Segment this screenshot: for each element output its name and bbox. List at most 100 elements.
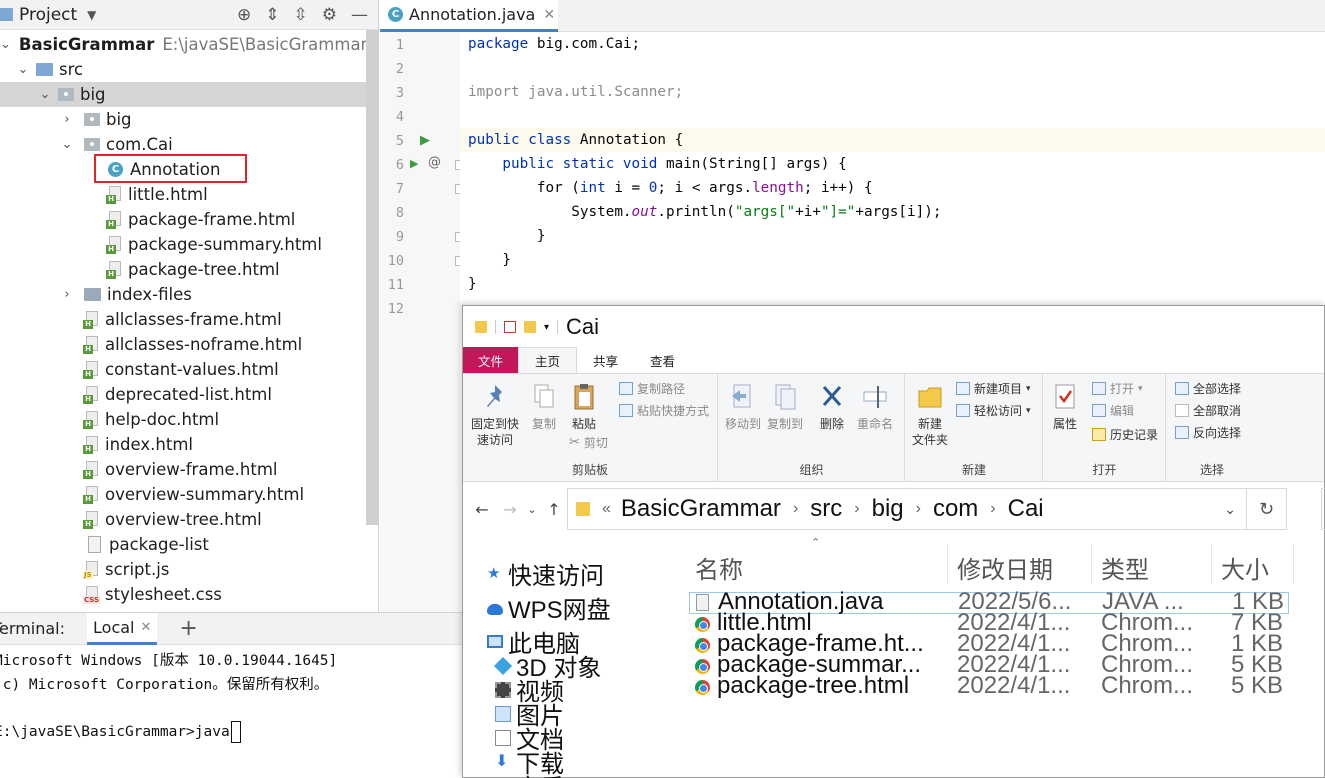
delete-button[interactable]: 删除 xyxy=(815,382,849,432)
chevron-down-icon[interactable]: ⌄ xyxy=(58,137,76,152)
tree-item-overview-frame[interactable]: H overview-frame.html xyxy=(0,457,366,482)
breadcrumb-item[interactable]: com xyxy=(933,495,978,523)
column-header-size[interactable]: 大小 xyxy=(1221,550,1269,585)
chevron-down-icon[interactable]: ⌄ xyxy=(1224,501,1236,518)
breadcrumb-separator-icon[interactable]: › xyxy=(916,500,921,518)
column-header-date[interactable]: 修改日期 xyxy=(957,550,1053,585)
minimize-icon[interactable]: — xyxy=(351,5,368,25)
breadcrumb-separator-icon[interactable]: › xyxy=(854,500,859,518)
run-main-icon[interactable]: ▶ xyxy=(410,157,418,170)
breadcrumb-item[interactable]: src xyxy=(810,495,842,523)
tree-item-deprecated-list[interactable]: H deprecated-list.html xyxy=(0,382,366,407)
tree-root[interactable]: ⌄ BasicGrammar E:\javaSE\BasicGrammar xyxy=(0,32,367,57)
select-none-button[interactable]: 全部取消 xyxy=(1175,402,1241,419)
tree-item-stylesheet-css[interactable]: CSS stylesheet.css xyxy=(0,582,366,607)
tab-local[interactable]: Local ✕ xyxy=(87,612,158,645)
chevron-down-icon[interactable]: ⌄ xyxy=(14,62,32,77)
copy-path-button[interactable]: 复制路径 xyxy=(619,380,685,397)
project-view-selector[interactable]: Project ▼ xyxy=(0,5,96,25)
move-to-button[interactable]: 移动到 xyxy=(723,382,763,432)
easy-access-button[interactable]: 轻松访问 ▾ xyxy=(956,402,1031,419)
tab-file[interactable]: 文件 xyxy=(463,347,519,373)
tree-item-package-list[interactable]: package-list xyxy=(0,532,366,557)
search-box[interactable] xyxy=(1321,488,1325,530)
tree-item-package-tree[interactable]: H package-tree.html xyxy=(0,257,366,282)
expand-all-icon[interactable]: ⇕ xyxy=(265,5,279,25)
paste-button[interactable]: 粘贴 xyxy=(565,382,603,432)
column-divider[interactable] xyxy=(947,544,948,584)
tree-item-allclasses-frame[interactable]: H allclasses-frame.html xyxy=(0,307,366,332)
breadcrumb-item[interactable]: Cai xyxy=(1008,495,1044,523)
invert-selection-button[interactable]: 反向选择 xyxy=(1175,424,1241,441)
properties-button[interactable]: 属性 xyxy=(1048,382,1082,432)
tree-item-help-doc[interactable]: H help-doc.html xyxy=(0,407,366,432)
tree-item-allclasses-noframe[interactable]: H allclasses-noframe.html xyxy=(0,332,366,357)
tree-item-index-files[interactable]: › index-files xyxy=(0,282,366,307)
annotation-marker-icon: @ xyxy=(428,155,441,170)
tree-item-overview-tree[interactable]: H overview-tree.html xyxy=(0,507,366,532)
forward-button[interactable]: → xyxy=(499,500,521,519)
column-divider[interactable] xyxy=(1293,544,1294,584)
copy-to-button[interactable]: 复制到 xyxy=(765,382,805,432)
chevron-right-icon[interactable]: › xyxy=(58,287,76,302)
tab-annotation-java[interactable]: C Annotation.java ✕ xyxy=(380,0,558,32)
tree-item-index-html[interactable]: H index.html xyxy=(0,432,366,457)
collapse-all-icon[interactable]: ⇳ xyxy=(294,5,308,25)
tree-item-script-js[interactable]: JS script.js xyxy=(0,557,366,582)
recent-locations-button[interactable]: ⌄ xyxy=(521,503,543,516)
tree-item-package-summary[interactable]: H package-summary.html xyxy=(0,232,366,257)
tree-item-src[interactable]: ⌄ src xyxy=(0,57,366,82)
tab-view[interactable]: 查看 xyxy=(634,347,691,373)
chevron-down-icon[interactable]: ▾ xyxy=(544,322,549,333)
refresh-button[interactable]: ↻ xyxy=(1247,488,1287,530)
tree-item-package-frame[interactable]: H package-frame.html xyxy=(0,207,366,232)
column-header-type[interactable]: 类型 xyxy=(1101,550,1149,585)
breadcrumb-separator-icon[interactable]: › xyxy=(793,500,798,518)
select-all-button[interactable]: 全部选择 xyxy=(1175,380,1241,397)
pin-quick-access-button[interactable]: 固定到快 速访问 xyxy=(469,382,521,448)
back-button[interactable]: ← xyxy=(471,500,493,519)
breadcrumb-separator-icon[interactable]: › xyxy=(990,500,995,518)
edit-button[interactable]: 编辑 xyxy=(1092,402,1134,419)
tab-home[interactable]: 主页 xyxy=(518,347,578,373)
add-tab-icon[interactable]: + xyxy=(179,616,197,641)
tree-item-overview-summary[interactable]: H overview-summary.html xyxy=(0,482,366,507)
nav-music[interactable]: ♪音乐 xyxy=(495,768,564,778)
cut-button[interactable]: ✂ 剪切 xyxy=(569,434,608,451)
terminal-prompt[interactable]: E:\javaSE\BasicGrammar>java xyxy=(0,721,241,743)
tree-item-big-sub[interactable]: › big xyxy=(0,107,366,132)
column-divider[interactable] xyxy=(1091,544,1092,584)
locate-icon[interactable]: ⊕ xyxy=(237,5,251,25)
column-divider[interactable] xyxy=(1211,544,1212,584)
close-icon[interactable]: ✕ xyxy=(140,620,151,635)
gear-icon[interactable]: ⚙ xyxy=(322,5,337,25)
breadcrumb-item[interactable]: big xyxy=(872,495,904,523)
close-icon[interactable]: ✕ xyxy=(543,7,555,23)
tree-item-constant-values[interactable]: H constant-values.html xyxy=(0,357,366,382)
breadcrumb-item[interactable]: BasicGrammar xyxy=(621,495,781,523)
tab-share[interactable]: 共享 xyxy=(577,347,634,373)
properties-quick-icon[interactable] xyxy=(504,321,516,333)
tree-item-little-html[interactable]: H little.html xyxy=(0,182,366,207)
file-row[interactable]: package-tree.html 2022/4/1... Chrom... 5… xyxy=(689,672,1289,699)
address-bar[interactable]: « BasicGrammar › src › big › com › Cai ⌄ xyxy=(567,488,1247,530)
tree-item-big[interactable]: ⌄ big xyxy=(0,82,366,107)
copy-button[interactable]: 复制 xyxy=(525,382,563,432)
rename-button[interactable]: 重命名 xyxy=(853,382,897,432)
nav-wps-drive[interactable]: WPS网盘 xyxy=(487,590,611,625)
history-button[interactable]: 历史记录 xyxy=(1092,426,1158,443)
open-button[interactable]: 打开 ▾ xyxy=(1092,380,1143,397)
tree-scrollbar[interactable] xyxy=(366,30,378,525)
run-class-icon[interactable]: ▶ xyxy=(420,133,430,148)
overflow-chevron-icon[interactable]: « xyxy=(602,500,611,518)
chevron-right-icon[interactable]: › xyxy=(58,112,76,127)
paste-shortcut-button[interactable]: 粘贴快捷方式 xyxy=(619,402,709,419)
new-folder-quick-icon[interactable] xyxy=(524,321,536,333)
chevron-down-icon[interactable]: ⌄ xyxy=(36,87,54,102)
new-item-button[interactable]: 新建项目 ▾ xyxy=(956,380,1031,397)
nav-quick-access[interactable]: ★ 快速访问 xyxy=(487,556,604,591)
up-button[interactable]: ↑ xyxy=(543,500,565,519)
new-folder-button[interactable]: 新建 文件夹 xyxy=(908,382,952,448)
column-header-name[interactable]: 名称 xyxy=(695,550,743,585)
chevron-down-icon[interactable]: ⌄ xyxy=(0,37,11,52)
